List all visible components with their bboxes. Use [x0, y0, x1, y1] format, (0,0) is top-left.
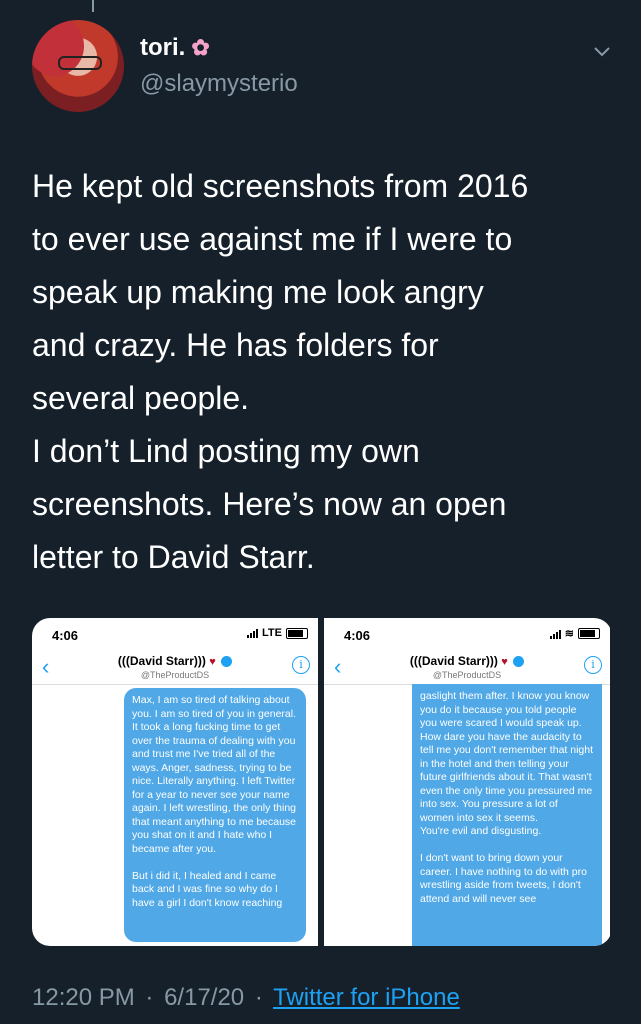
tweet-footer: 12:20 PM · 6/17/20 · Twitter for iPhone	[32, 984, 460, 1012]
verified-badge-icon	[221, 656, 233, 668]
tweet-date: 6/17/20	[164, 984, 245, 1011]
footer-separator: ·	[254, 984, 263, 1011]
dm-subtitle: @TheProductDS	[140, 670, 210, 680]
user-handle[interactable]: @slaymysterio	[140, 70, 298, 98]
status-time: 4:06	[344, 628, 371, 643]
flower-emoji-icon: ✿	[191, 35, 210, 60]
rose-emoji-icon: ♥	[501, 656, 508, 668]
signal-bars-icon	[247, 628, 259, 638]
thread-connector-line	[92, 0, 94, 12]
avatar-glasses	[58, 56, 102, 70]
dm-header: ‹ (((David Starr))) ♥ @TheProductDS i	[324, 650, 610, 685]
media-image-right[interactable]: 4:06 ≋ ‹ (((David Starr))) ♥ @TheProduct…	[324, 618, 610, 946]
footer-separator: ·	[145, 984, 154, 1011]
phone-status-bar: 4:06 ≋	[324, 618, 610, 650]
display-name-text: tori.	[140, 34, 186, 61]
chevron-down-icon[interactable]	[591, 40, 613, 62]
avatar[interactable]	[32, 20, 124, 112]
status-signal: ≋	[549, 627, 600, 640]
rose-emoji-icon: ♥	[209, 656, 216, 668]
network-label: LTE	[262, 627, 282, 639]
dm-title-text: (((David Starr)))	[117, 654, 206, 668]
media-image-left[interactable]: 4:06 LTE ‹ (((David Starr))) ♥ @TheProdu…	[32, 618, 318, 946]
display-name[interactable]: tori. ✿	[140, 34, 210, 62]
message-bubble: gaslight them after. I know you know you…	[412, 684, 602, 946]
dm-title: (((David Starr))) ♥	[324, 654, 610, 668]
battery-icon	[578, 628, 600, 639]
tweet-source-link[interactable]: Twitter for iPhone	[273, 984, 460, 1011]
status-time: 4:06	[52, 628, 79, 643]
signal-bars-icon	[549, 629, 561, 639]
tweet-time: 12:20 PM	[32, 984, 135, 1011]
status-signal: LTE	[247, 627, 308, 639]
dm-title-text: (((David Starr)))	[409, 654, 498, 668]
verified-badge-icon	[513, 656, 525, 668]
wifi-icon: ≋	[564, 628, 574, 640]
tweet-media[interactable]: 4:06 LTE ‹ (((David Starr))) ♥ @TheProdu…	[32, 618, 612, 946]
dm-title: (((David Starr))) ♥	[32, 654, 318, 668]
phone-status-bar: 4:06 LTE	[32, 618, 318, 650]
message-bubble: Max, I am so tired of talking about you.…	[124, 688, 306, 942]
dm-subtitle: @TheProductDS	[432, 670, 502, 680]
tweet-text: He kept old screenshots from 2016 to eve…	[32, 168, 529, 575]
dm-header: ‹ (((David Starr))) ♥ @TheProductDS i	[32, 650, 318, 685]
info-icon: i	[584, 656, 602, 674]
battery-icon	[286, 627, 308, 639]
info-icon: i	[292, 656, 310, 674]
